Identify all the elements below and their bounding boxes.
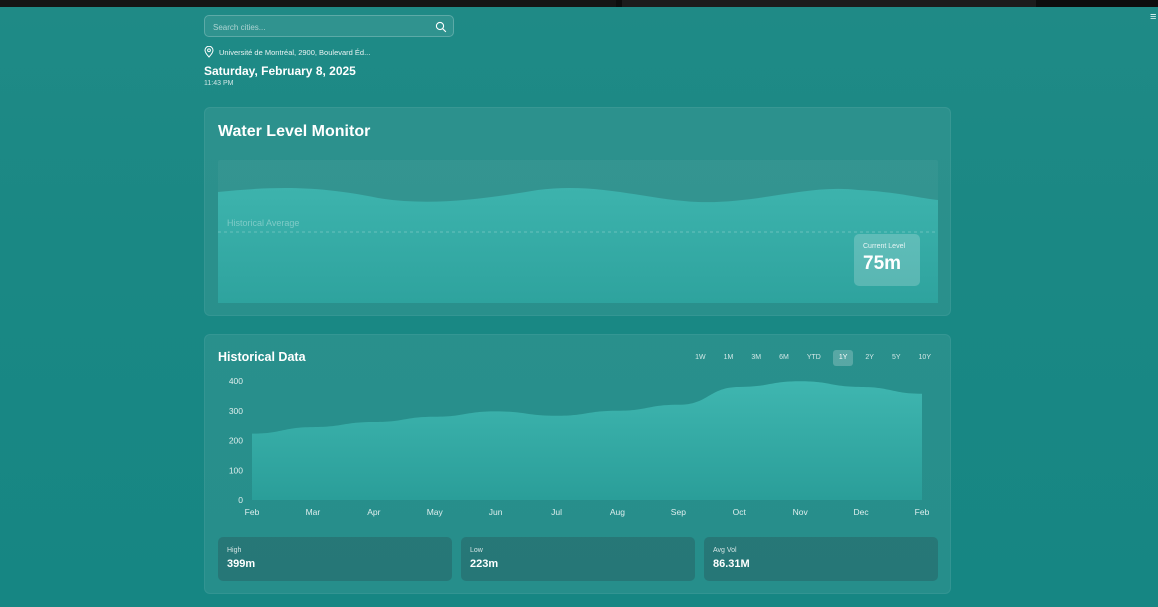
historical-data-title: Historical Data bbox=[218, 350, 306, 364]
location: Université de Montréal, 2900, Boulevard … bbox=[204, 46, 370, 58]
stat-value: 86.31M bbox=[713, 558, 750, 570]
stat-value: 399m bbox=[227, 558, 256, 570]
map-pin-icon bbox=[204, 46, 214, 58]
x-tick-label: Aug bbox=[610, 507, 625, 517]
y-tick-label: 300 bbox=[229, 406, 243, 416]
x-tick-label: Jul bbox=[551, 507, 562, 517]
y-tick-label: 0 bbox=[238, 495, 243, 505]
data-point bbox=[556, 415, 558, 417]
data-point bbox=[921, 393, 923, 395]
range-button-1m[interactable]: 1M bbox=[718, 350, 740, 366]
data-point bbox=[251, 433, 253, 435]
historical-data-card: Historical Data 1W 1M 3M 6M YTD 1Y 2Y 5Y 10Y 0 10… bbox=[204, 334, 951, 594]
x-tick-label: Feb bbox=[245, 507, 260, 517]
search-bar bbox=[204, 15, 454, 38]
range-button-3m[interactable]: 3M bbox=[745, 350, 767, 366]
range-button-1w[interactable]: 1W bbox=[689, 350, 712, 366]
x-tick-label: Feb bbox=[915, 507, 930, 517]
x-tick-label: Dec bbox=[854, 507, 870, 517]
range-button-10y[interactable]: 10Y bbox=[913, 350, 937, 366]
current-level-value: 75m bbox=[863, 253, 902, 274]
data-point bbox=[799, 380, 801, 382]
stat-label: Avg Vol bbox=[713, 547, 737, 554]
historical-average-label: Historical Average bbox=[227, 218, 299, 228]
x-tick-label: Oct bbox=[733, 507, 747, 517]
x-tick-label: May bbox=[427, 507, 444, 517]
range-button-5y[interactable]: 5Y bbox=[886, 350, 907, 366]
data-point bbox=[495, 410, 497, 412]
stat-label: High bbox=[227, 547, 242, 554]
y-tick-label: 400 bbox=[229, 376, 243, 386]
range-button-1y[interactable]: 1Y bbox=[832, 350, 854, 366]
current-level-badge: Current Level 75m bbox=[854, 234, 920, 286]
x-tick-label: Sep bbox=[671, 507, 686, 517]
historical-area-chart: 0 100 200 300 400 Feb Mar Apr May Jun Jul Aug Sep Oct… bbox=[229, 376, 930, 517]
data-point bbox=[677, 404, 679, 406]
y-tick-label: 200 bbox=[229, 436, 243, 446]
x-tick-label: Nov bbox=[793, 507, 809, 517]
series-area bbox=[252, 381, 922, 500]
time-text: 11:43 PM bbox=[204, 80, 234, 87]
y-tick-label: 100 bbox=[229, 465, 243, 475]
range-button-2y[interactable]: 2Y bbox=[859, 350, 880, 366]
water-level-panel: Historical Average Current Level 75m bbox=[218, 160, 938, 303]
range-button-ytd[interactable]: YTD bbox=[801, 350, 827, 366]
search-input[interactable] bbox=[211, 16, 435, 38]
background-window-strip bbox=[622, 0, 1036, 7]
x-tick-label: Jun bbox=[489, 507, 503, 517]
stat-label: Low bbox=[470, 547, 483, 554]
current-level-label: Current Level bbox=[863, 243, 906, 250]
search-icon[interactable] bbox=[435, 21, 447, 33]
data-point bbox=[738, 386, 740, 388]
x-tick-label: Mar bbox=[306, 507, 321, 517]
data-point bbox=[312, 426, 314, 428]
water-level-title: Water Level Monitor bbox=[218, 123, 371, 140]
data-point bbox=[434, 416, 436, 418]
stat-high: High 399m bbox=[218, 537, 452, 581]
stat-value: 223m bbox=[470, 558, 499, 570]
x-tick-label: Apr bbox=[367, 507, 380, 517]
stat-low: Low 223m bbox=[461, 537, 695, 581]
hamburger-menu-icon[interactable]: ≡ bbox=[1150, 12, 1158, 23]
date-heading: Saturday, February 8, 2025 bbox=[204, 64, 356, 78]
water-surface bbox=[218, 187, 938, 303]
data-point bbox=[860, 386, 862, 388]
water-level-visual: Historical Average bbox=[218, 160, 938, 303]
weather-app: ≡ Université de Montréal, 2900, Boulevar… bbox=[0, 7, 1158, 607]
stat-avg-vol: Avg Vol 86.31M bbox=[704, 537, 938, 581]
location-text: Université de Montréal, 2900, Boulevard … bbox=[219, 47, 371, 57]
water-level-card: Water Level Monitor Historical Average C… bbox=[204, 107, 951, 316]
time-range-selector: 1W 1M 3M 6M YTD 1Y 2Y 5Y 10Y bbox=[689, 350, 937, 366]
range-button-6m[interactable]: 6M bbox=[773, 350, 795, 366]
data-point bbox=[616, 410, 618, 412]
background-window-strip bbox=[0, 0, 616, 7]
data-point bbox=[373, 421, 375, 423]
